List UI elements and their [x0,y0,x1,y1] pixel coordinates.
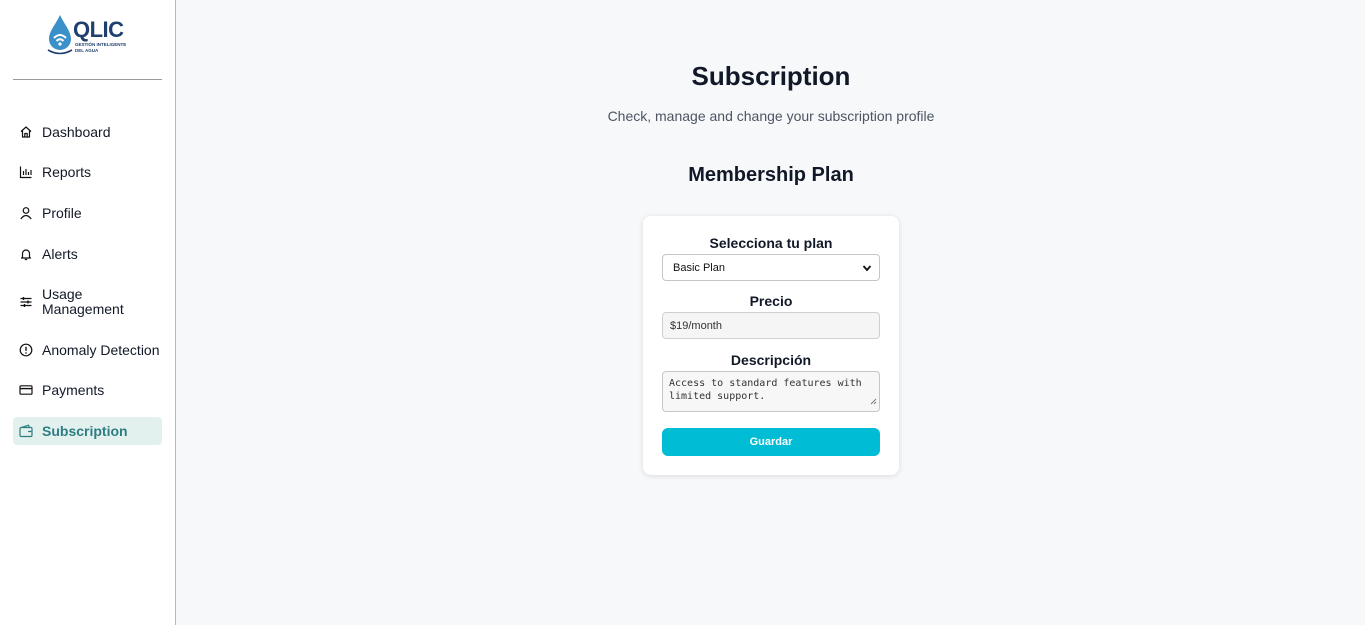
sidebar-item-label: Profile [42,204,82,221]
main-content: Subscription Check, manage and change yo… [177,0,1365,625]
qlic-logo[interactable]: QLIC GESTIÓN INTELIGENTE DEL AGUA [47,14,131,58]
sliders-icon [19,295,33,309]
sidebar-item-usage-management[interactable]: Usage Management [13,286,162,318]
sidebar-item-payments[interactable]: Payments [13,381,162,399]
logo-tagline: GESTIÓN INTELIGENTE DEL AGUA [75,42,127,53]
sidebar: QLIC GESTIÓN INTELIGENTE DEL AGUA Dashbo… [0,0,176,625]
logo-wordmark: QLIC [73,17,124,42]
user-icon [19,206,33,220]
home-icon [19,125,33,139]
sidebar-item-label: Anomaly Detection [42,341,160,358]
resize-handle-icon[interactable] [870,396,877,409]
sidebar-item-subscription[interactable]: Subscription [13,417,162,445]
description-value: Access to standard features with limited… [669,378,862,402]
sidebar-item-label: Reports [42,163,92,180]
plan-select-value: Basic Plan [673,261,725,274]
water-drop-icon [47,15,73,55]
plan-label: Selecciona tu plan [709,235,833,251]
sidebar-item-label: Alerts [42,245,78,262]
chevron-down-icon [862,263,872,276]
sidebar-item-profile[interactable]: Profile [13,204,162,222]
bar-chart-icon [19,165,33,179]
description-label: Descripción [730,352,812,368]
price-value: $19/month [670,319,722,332]
price-field[interactable]: $19/month [662,312,880,339]
membership-plan-card: Selecciona tu plan Basic Plan Precio $19… [643,216,899,475]
bell-icon [19,247,33,261]
sidebar-item-label: Dashboard [42,123,111,140]
page-title: Subscription [691,61,851,91]
plan-select[interactable]: Basic Plan [662,254,880,281]
credit-card-icon [19,383,33,397]
sidebar-item-alerts[interactable]: Alerts [13,245,162,263]
divider [13,79,162,80]
sidebar-item-anomaly-detection[interactable]: Anomaly Detection [13,341,162,359]
wallet-icon [19,424,33,438]
section-title: Membership Plan [688,164,854,186]
sidebar-item-reports[interactable]: Reports [13,163,162,181]
sidebar-item-dashboard[interactable]: Dashboard [13,123,162,141]
description-textarea[interactable]: Access to standard features with limited… [662,371,880,412]
sidebar-item-label: Subscription [42,422,128,439]
save-button[interactable]: Guardar [662,428,880,456]
price-label: Precio [749,293,793,309]
sidebar-item-label: Payments [42,381,105,398]
alert-circle-icon [19,343,33,357]
sidebar-item-label: Usage Management [42,286,124,317]
page-subtitle: Check, manage and change your subscripti… [607,108,935,124]
